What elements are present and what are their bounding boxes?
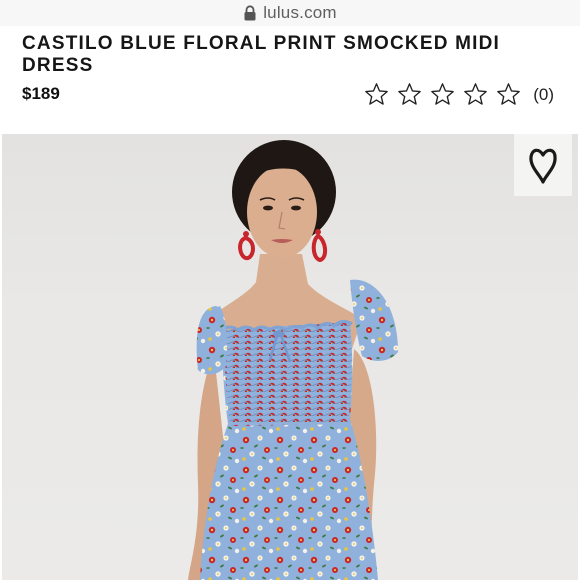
favorite-button[interactable] xyxy=(514,134,572,196)
star-outline-icon[interactable] xyxy=(496,82,521,107)
star-rating[interactable]: (0) xyxy=(364,82,554,107)
star-outline-icon[interactable] xyxy=(364,82,389,107)
browser-address-bar[interactable]: lulus.com xyxy=(0,0,580,26)
model-illustration xyxy=(188,140,398,580)
lock-icon xyxy=(243,5,257,21)
heart-icon xyxy=(528,145,558,185)
url-domain: lulus.com xyxy=(263,3,337,22)
star-outline-icon[interactable] xyxy=(397,82,422,107)
earring-left xyxy=(238,231,255,261)
product-image[interactable] xyxy=(2,134,578,580)
star-outline-icon[interactable] xyxy=(463,82,488,107)
product-title: CASTILO BLUE FLORAL PRINT SMOCKED MIDI D… xyxy=(22,33,501,76)
review-count[interactable]: (0) xyxy=(533,85,554,105)
star-outline-icon[interactable] xyxy=(430,82,455,107)
earring-right xyxy=(311,229,327,263)
product-price: $189 xyxy=(22,84,60,103)
